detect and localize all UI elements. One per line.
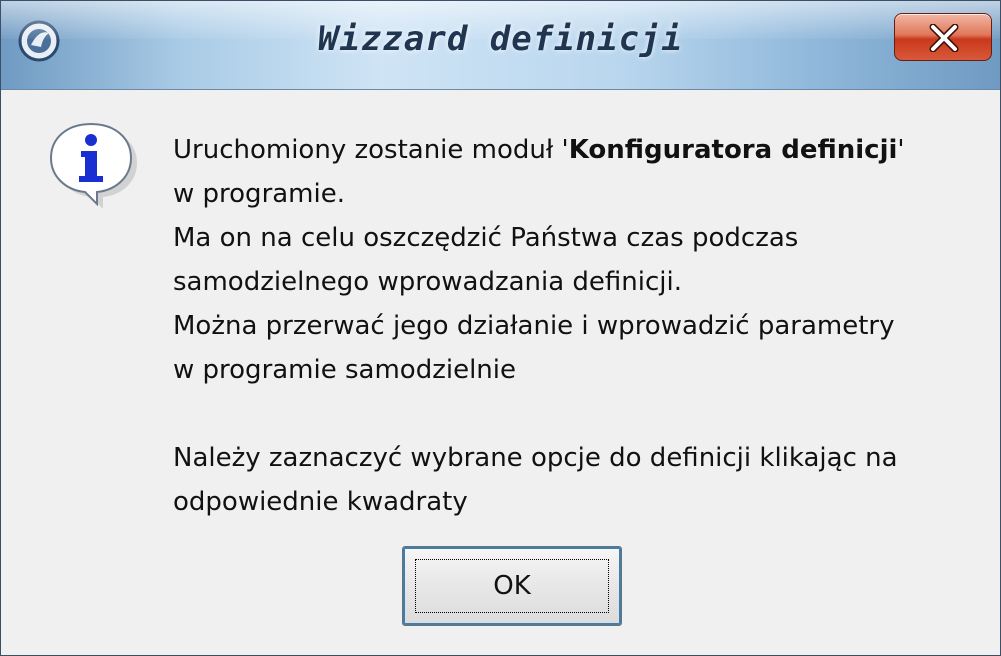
- window-title: Wizzard definicji: [318, 19, 683, 59]
- title-bar[interactable]: Wizzard definicji: [1, 1, 1000, 90]
- message-line-5: Można przerwać jego działanie i wprowadz…: [173, 311, 895, 341]
- message-line-7: Należy zaznaczyć wybrane opcje do defini…: [173, 443, 898, 473]
- ok-button[interactable]: OK: [402, 546, 622, 626]
- dialog-window: Wizzard definicji Uruchomiony zostanie m…: [0, 0, 1001, 656]
- message-line-6: w programie samodzielnie: [173, 355, 517, 385]
- close-icon: [929, 24, 959, 52]
- message-line-3: Ma on na celu oszczędzić Państwa czas po…: [173, 223, 799, 253]
- module-name: Konfiguratora definicji: [568, 135, 898, 165]
- dialog-body: Uruchomiony zostanie moduł 'Konfigurator…: [1, 90, 1000, 655]
- message-line-8: odpowiednie kwadraty: [173, 487, 468, 517]
- message-line-1: Uruchomiony zostanie moduł 'Konfigurator…: [173, 135, 905, 165]
- info-icon: [45, 120, 141, 209]
- ok-button-label: OK: [415, 559, 609, 613]
- message-text: Uruchomiony zostanie moduł 'Konfigurator…: [173, 128, 973, 524]
- message-spacer: [173, 392, 973, 436]
- message-line-2: w programie.: [173, 179, 345, 209]
- message-line-4: samodzielnego wprowadzania definicji.: [173, 267, 683, 297]
- close-button[interactable]: [894, 13, 992, 61]
